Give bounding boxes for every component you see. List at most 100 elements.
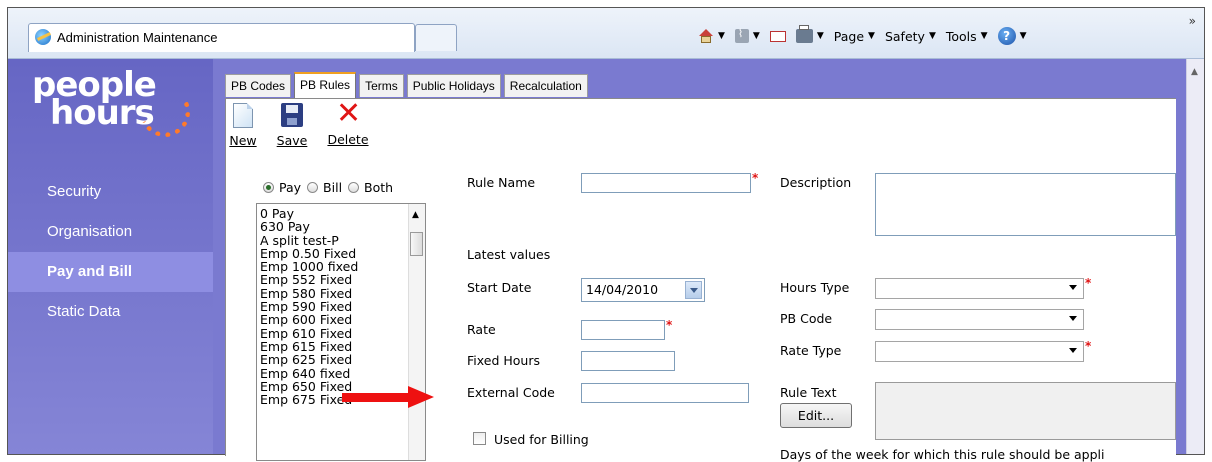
radio-selected-icon <box>263 182 274 193</box>
chevron-down-icon: ▼ <box>718 31 725 41</box>
mail-button[interactable] <box>769 30 786 42</box>
radio-bill-label: Bill <box>323 180 343 195</box>
list-item[interactable]: Emp 640 fixed <box>260 366 425 380</box>
arrow-head <box>408 386 434 408</box>
ie-logo-icon <box>35 29 51 45</box>
list-item[interactable]: Emp 600 Fixed <box>260 313 425 327</box>
chevron-down-icon: ▼ <box>1019 31 1027 41</box>
radio-unselected-icon <box>307 182 319 193</box>
chevron-down-icon: ▼ <box>752 31 760 41</box>
tab-recalculation[interactable]: Recalculation <box>503 74 588 97</box>
browser-tab[interactable]: Administration Maintenance <box>28 23 415 52</box>
browser-toolbar: Administration Maintenance ▼ ▼ ▼ Page▼ S… <box>8 8 1204 59</box>
sidebar-item-pay-and-bill[interactable]: Pay and Bill <box>8 252 213 292</box>
tab-bar: PB Codes PB Rules Terms Public Holidays … <box>225 72 591 98</box>
rule-name-label: Rule Name <box>467 175 536 190</box>
delete-button-label: Delete <box>327 132 369 147</box>
calendar-dropdown-icon[interactable] <box>685 281 702 299</box>
radio-pay[interactable]: Pay <box>263 180 301 195</box>
list-item[interactable]: Emp 1000 fixed <box>260 260 425 274</box>
fixed-hours-label: Fixed Hours <box>467 353 540 368</box>
chevron-down-icon: ▼ <box>980 31 988 41</box>
required-marker: * <box>752 171 759 185</box>
rules-list: 0 Pay 630 Pay A split test-P Emp 0.50 Fixed… <box>257 204 425 407</box>
page-menu[interactable]: Page ▼ <box>834 29 875 44</box>
rate-label: Rate <box>467 322 496 337</box>
description-label: Description <box>780 175 852 190</box>
start-date-value: 14/04/2010 <box>586 282 659 297</box>
overflow-chevron-icon[interactable]: » <box>1189 14 1196 28</box>
red-arrow-annotation <box>342 386 434 408</box>
sidebar-item-static-data[interactable]: Static Data <box>8 292 213 332</box>
chevron-down-icon: ▼ <box>868 31 875 41</box>
list-item[interactable]: Emp 615 Fixed <box>260 340 425 354</box>
tab-public-holidays[interactable]: Public Holidays <box>406 74 501 97</box>
scroll-thumb[interactable] <box>410 232 423 256</box>
sidebar: people hours Security Organisation Pay a… <box>8 59 213 454</box>
scroll-up-icon[interactable]: ▲ <box>1191 67 1198 77</box>
list-item[interactable]: A split test-P <box>260 233 425 247</box>
pb-code-select[interactable] <box>875 309 1084 330</box>
radio-bill[interactable]: Bill <box>307 180 342 195</box>
home-button[interactable]: ▼ <box>698 29 725 43</box>
feed-icon <box>734 27 749 43</box>
new-button[interactable]: New <box>218 101 268 148</box>
list-item[interactable]: 0 Pay <box>260 207 425 221</box>
tools-menu-label: Tools <box>945 28 977 44</box>
rule-name-input[interactable] <box>581 173 751 193</box>
chevron-down-icon: ▼ <box>928 31 936 41</box>
chevron-down-icon <box>1069 285 1077 290</box>
list-item[interactable]: Emp 625 Fixed <box>260 353 425 367</box>
list-item[interactable]: Emp 610 Fixed <box>260 326 425 340</box>
sidebar-item-security[interactable]: Security <box>8 172 213 212</box>
home-icon <box>698 29 714 43</box>
browser-tab-title: Administration Maintenance <box>57 30 218 45</box>
sidebar-nav: Security Organisation Pay and Bill Stati… <box>8 172 213 332</box>
delete-button[interactable]: ✕ Delete <box>323 99 373 148</box>
rate-type-select[interactable] <box>875 341 1084 362</box>
required-marker: * <box>666 318 673 332</box>
hours-type-select[interactable] <box>875 278 1084 299</box>
latest-values-label: Latest values <box>467 247 551 262</box>
list-item[interactable]: Emp 580 Fixed <box>260 286 425 300</box>
list-item[interactable]: 630 Pay <box>260 220 425 234</box>
tools-menu[interactable]: Tools ▼ <box>946 29 988 44</box>
tab-pb-rules[interactable]: PB Rules <box>294 72 357 98</box>
command-bar: ▼ ▼ ▼ Page▼ Safety▼ Tools▼ ?▼ <box>698 24 1027 48</box>
page-scrollbar[interactable]: ▲ <box>1186 59 1204 454</box>
new-button-label: New <box>229 133 257 148</box>
edit-rule-text-button[interactable]: Edit... <box>780 403 852 428</box>
arrow-shaft <box>342 393 412 402</box>
rules-listbox[interactable]: 0 Pay 630 Pay A split test-P Emp 0.50 Fixed… <box>256 203 426 461</box>
feeds-button[interactable]: ▼ <box>734 27 760 43</box>
logo-line-2: hours <box>50 93 155 133</box>
print-icon <box>795 25 813 43</box>
description-textarea[interactable] <box>875 173 1176 236</box>
list-item[interactable]: Emp 552 Fixed <box>260 273 425 287</box>
fixed-hours-input[interactable] <box>581 351 675 371</box>
required-marker: * <box>1085 339 1092 353</box>
tab-pb-codes[interactable]: PB Codes <box>225 74 292 97</box>
help-icon: ? <box>997 27 1016 45</box>
safety-menu[interactable]: Safety ▼ <box>885 29 936 44</box>
rate-input[interactable] <box>581 320 665 340</box>
used-for-billing-label: Used for Billing <box>494 432 589 447</box>
new-tab-button[interactable] <box>415 24 457 51</box>
sidebar-item-organisation[interactable]: Organisation <box>8 212 213 252</box>
new-document-icon <box>233 103 253 128</box>
list-item[interactable]: Emp 590 Fixed <box>260 300 425 314</box>
tab-terms[interactable]: Terms <box>359 74 404 97</box>
start-date-picker[interactable]: 14/04/2010 <box>581 278 705 302</box>
external-code-input[interactable] <box>581 383 749 403</box>
save-button[interactable]: Save <box>267 101 317 148</box>
hours-type-label: Hours Type <box>780 280 850 295</box>
mail-icon <box>769 30 786 42</box>
radio-both[interactable]: Both <box>348 180 393 195</box>
used-for-billing-checkbox[interactable] <box>473 432 486 445</box>
print-button[interactable]: ▼ <box>795 25 824 43</box>
external-code-label: External Code <box>467 385 555 400</box>
help-menu[interactable]: ? ▼ <box>997 27 1027 45</box>
list-item[interactable]: Emp 0.50 Fixed <box>260 247 425 261</box>
list-scrollbar[interactable]: ▲ <box>408 204 425 460</box>
scroll-up-icon[interactable]: ▲ <box>412 210 419 220</box>
